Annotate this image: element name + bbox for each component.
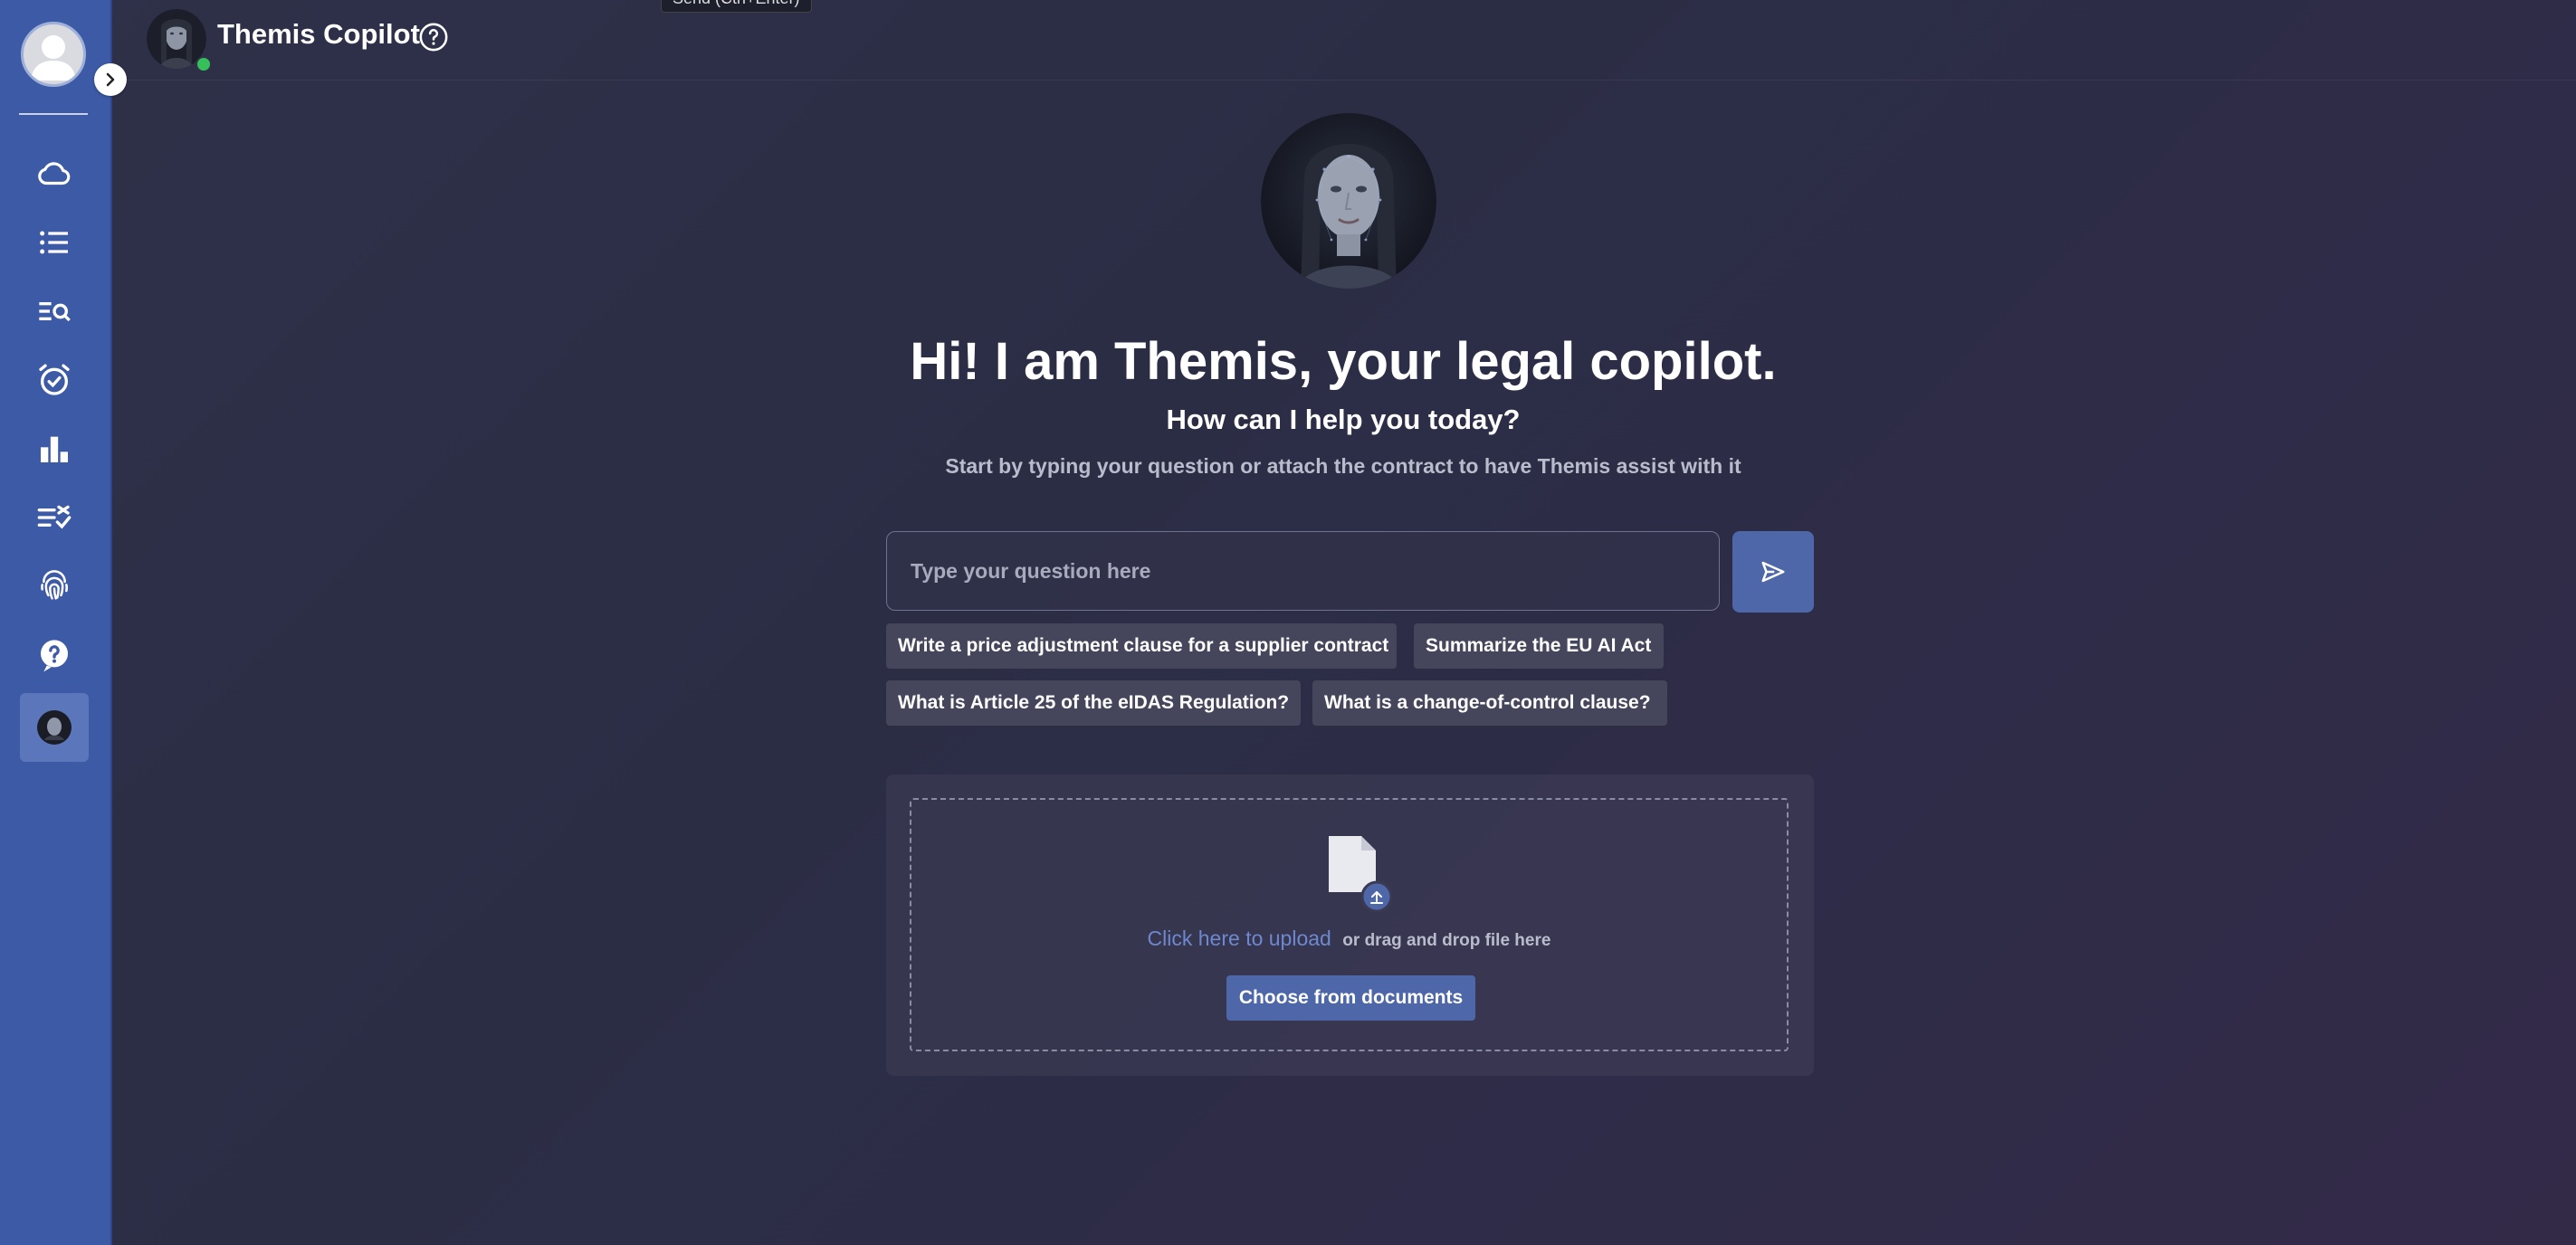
suggestion-chip[interactable]: Summarize the EU AI Act — [1414, 623, 1664, 669]
suggestion-chip[interactable]: What is Article 25 of the eIDAS Regulati… — [886, 680, 1301, 726]
drag-drop-text: or drag and drop file here — [1342, 931, 1551, 950]
question-input-wrapper — [886, 531, 1720, 611]
sidebar-item-deadlines[interactable] — [20, 346, 89, 414]
file-dropzone[interactable]: Click here to upload or drag and drop fi… — [910, 798, 1789, 1051]
bar-chart-icon — [41, 436, 68, 462]
sidebar-item-identity[interactable] — [20, 552, 89, 621]
upload-card: Click here to upload or drag and drop fi… — [886, 775, 1814, 1076]
chevron-right-icon — [106, 72, 115, 87]
greeting-hint: Start by typing your question or attach … — [945, 454, 1741, 478]
copilot-portrait-icon — [1261, 113, 1436, 289]
list-icon — [40, 231, 68, 254]
help-icon — [41, 640, 68, 672]
sidebar-item-search[interactable] — [20, 277, 89, 346]
copilot-avatar-icon — [37, 710, 72, 745]
send-icon — [1761, 561, 1785, 583]
fingerprint-icon — [41, 570, 69, 600]
copilot-hero-avatar — [1261, 113, 1436, 289]
sidebar-divider — [19, 113, 88, 115]
sidebar-expand-button[interactable] — [94, 63, 127, 96]
sidebar-item-list[interactable] — [20, 208, 89, 277]
user-avatar[interactable] — [21, 22, 86, 87]
suggestion-chip[interactable]: Write a price adjustment clause for a su… — [886, 623, 1397, 669]
file-upload-icon — [1325, 832, 1401, 914]
sidebar-item-help[interactable] — [20, 621, 89, 689]
main-content: Hi! I am Themis, your legal copilot. How… — [110, 0, 2576, 1245]
checklist-icon — [37, 505, 72, 529]
question-input[interactable] — [887, 532, 1719, 610]
sidebar-item-analytics[interactable] — [20, 414, 89, 483]
search-list-icon — [39, 302, 71, 322]
suggestion-chip[interactable]: What is a change-of-control clause? — [1312, 680, 1667, 726]
user-silhouette-icon — [31, 35, 76, 81]
sidebar-item-copilot[interactable] — [20, 693, 89, 762]
alarm-check-icon — [39, 364, 70, 395]
upload-link[interactable]: Click here to upload — [1148, 927, 1331, 950]
greeting-heading: Hi! I am Themis, your legal copilot. — [910, 332, 1777, 391]
sidebar-item-tasks[interactable] — [20, 483, 89, 552]
sidebar — [0, 0, 112, 1245]
cloud-icon — [38, 162, 71, 185]
send-button[interactable] — [1732, 531, 1814, 613]
sidebar-item-cloud[interactable] — [20, 139, 89, 208]
choose-documents-button[interactable]: Choose from documents — [1226, 975, 1475, 1021]
upload-instructions: Click here to upload or drag and drop fi… — [911, 927, 1787, 951]
greeting-subtitle: How can I help you today? — [1166, 404, 1521, 435]
